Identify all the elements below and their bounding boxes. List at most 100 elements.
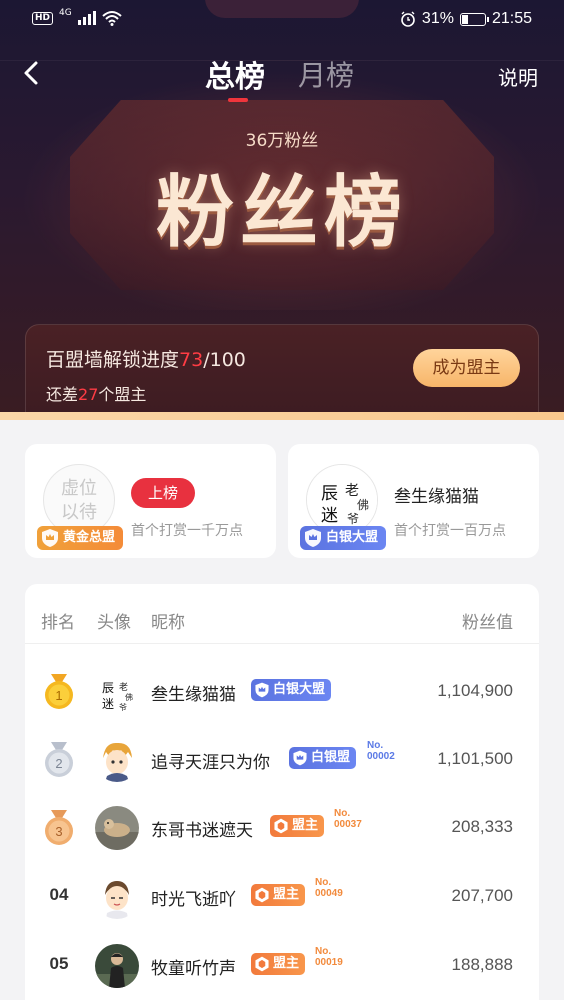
nickname: 时光飞逝吖 <box>151 890 236 910</box>
alliance-tag-label: 白银盟 <box>311 750 351 765</box>
avatar-placeholder-text: 虚位 以待 <box>61 478 97 523</box>
bronze-medal-icon: 3 <box>45 810 73 845</box>
svg-text:佛: 佛 <box>125 692 133 702</box>
explain-button[interactable]: 说明 <box>498 62 538 91</box>
back-arrow-icon[interactable] <box>18 58 48 88</box>
fans-value: 1,101,500 <box>437 749 513 768</box>
alliance-tag-label: 盟主 <box>273 887 300 902</box>
badge-label: 黄金总盟 <box>63 530 116 545</box>
table-row[interactable]: 3 东哥书迷遮天 盟主 No. 00037 208,333 <box>25 794 539 862</box>
header-avatar: 头像 <box>97 613 131 633</box>
get-on-list-button[interactable]: 上榜 <box>131 478 195 508</box>
rank-number: 1 <box>55 688 62 703</box>
avatar[interactable] <box>95 806 139 850</box>
become-leader-button[interactable]: 成为盟主 <box>413 349 520 387</box>
slot-hint: 首个打赏一百万点 <box>394 523 506 539</box>
top-nav: 总榜 月榜 说明 <box>0 50 564 102</box>
battery-icon <box>459 12 489 26</box>
ranking-list: 排名 头像 昵称 粉丝值 1 辰 迷 老 佛 爷 叁生缘猫猫 白银大盟 1,10… <box>25 584 539 1000</box>
unlock-remain-text: 还差27个盟主 <box>46 381 146 405</box>
header-fans-value: 粉丝值 <box>462 613 513 633</box>
fans-value: 188,888 <box>451 955 513 974</box>
table-row[interactable]: 2 追寻天涯只为你 白银盟 No. 00002 1,101,500 <box>25 726 539 794</box>
silver-medal-icon: 2 <box>45 742 73 777</box>
no-prefix: No. <box>315 946 332 957</box>
slot-user-name: 叁生缘猫猫 <box>394 487 479 507</box>
alarm-icon <box>401 11 415 27</box>
svg-text:辰: 辰 <box>321 484 338 504</box>
unlock-total: /100 <box>203 349 246 371</box>
alliance-tag: 盟主 <box>251 953 306 975</box>
gold-medal-icon: 1 <box>45 674 73 709</box>
wifi-icon <box>102 11 122 26</box>
tab-indicator <box>228 98 248 102</box>
avatar[interactable]: 辰 迷 老 佛 爷 <box>95 670 139 714</box>
fans-value: 208,333 <box>451 817 513 836</box>
status-bar: HD 4G 31% 21:55 <box>0 0 564 40</box>
header-rank: 排名 <box>41 613 75 633</box>
no-value: 00037 <box>334 819 362 830</box>
gold-alliance-badge: 黄金总盟 <box>37 526 124 550</box>
svg-text:辰: 辰 <box>102 681 114 695</box>
no-value: 00049 <box>315 888 343 899</box>
fans-count: 36万粉丝 <box>245 131 319 151</box>
remain-prefix: 还差 <box>46 385 79 404</box>
svg-text:佛: 佛 <box>357 498 369 512</box>
rank-number: 05 <box>49 954 69 973</box>
ranking-header: 排名 头像 昵称 粉丝值 <box>25 584 539 644</box>
alliance-tag: 白银盟 <box>289 747 357 769</box>
table-row[interactable]: 04 时光飞逝吖 盟主 No. 00049 207,700 <box>25 863 539 931</box>
alliance-tag: 盟主 <box>270 815 325 837</box>
nickname: 叁生缘猫猫 <box>151 685 236 705</box>
gold-slot-card[interactable]: 虚位 以待 黄金总盟 上榜 首个打赏一千万点 <box>25 444 276 558</box>
svg-text:迷: 迷 <box>102 697 114 711</box>
battery-percent: 31% <box>421 10 454 27</box>
top-slot-cards: 虚位 以待 黄金总盟 上榜 首个打赏一千万点 辰 迷 老 佛 爷 白银大盟 叁生… <box>25 444 539 558</box>
avatar[interactable] <box>95 738 139 782</box>
silver-slot-card[interactable]: 辰 迷 老 佛 爷 白银大盟 叁生缘猫猫 首个打赏一百万点 <box>288 444 539 558</box>
divider-stripe <box>0 412 564 420</box>
no-prefix: No. <box>315 877 332 888</box>
calligraphy-avatar-image: 辰 迷 老 佛 爷 <box>307 465 377 535</box>
clock: 21:55 <box>491 10 532 27</box>
silver-alliance-badge: 白银大盟 <box>300 526 387 550</box>
no-value: 00002 <box>367 751 395 762</box>
rank-number: 2 <box>55 756 62 771</box>
unlock-progress-text: 百盟墙解锁进度73/100 <box>46 345 246 372</box>
rank-number: 3 <box>55 824 62 839</box>
slot-hint: 首个打赏一千万点 <box>131 523 243 539</box>
tab-total[interactable]: 总榜 <box>205 52 265 96</box>
battery-fill <box>461 14 469 24</box>
unlock-label: 百盟墙解锁进度 <box>46 349 180 371</box>
leader-hex-icon <box>255 887 269 903</box>
crown-shield-icon <box>42 529 58 547</box>
member-number: No. 00049 <box>315 877 343 899</box>
nickname: 牧童听竹声 <box>151 959 236 979</box>
alliance-tag: 盟主 <box>251 884 306 906</box>
member-number: No. 00019 <box>315 946 343 968</box>
page-title: 粉丝榜 <box>155 168 408 258</box>
table-row[interactable]: 1 辰 迷 老 佛 爷 叁生缘猫猫 白银大盟 1,104,900 <box>25 658 539 726</box>
leader-hex-icon <box>255 956 269 972</box>
fans-value: 207,700 <box>451 886 513 905</box>
header-nickname: 昵称 <box>151 613 185 633</box>
avatar[interactable] <box>95 944 139 988</box>
alliance-tag-label: 盟主 <box>292 818 319 833</box>
badge-label: 白银大盟 <box>326 530 379 545</box>
unlock-current: 73 <box>179 349 204 371</box>
remain-suffix: 个盟主 <box>98 385 147 404</box>
leader-hex-icon <box>274 818 288 834</box>
no-prefix: No. <box>367 740 384 751</box>
svg-text:爷: 爷 <box>347 512 359 526</box>
tab-month[interactable]: 月榜 <box>298 54 354 94</box>
alliance-tag-label: 白银大盟 <box>273 682 326 697</box>
avatar[interactable] <box>95 875 139 919</box>
rank-number: 04 <box>49 885 69 904</box>
svg-text:老: 老 <box>345 483 359 499</box>
unlock-progress-card: 百盟墙解锁进度73/100 还差27个盟主 成为盟主 <box>25 324 539 418</box>
svg-text:迷: 迷 <box>321 506 338 526</box>
nickname: 追寻天涯只为你 <box>151 753 270 773</box>
no-value: 00019 <box>315 957 343 968</box>
crown-shield-icon <box>293 750 307 766</box>
table-row[interactable]: 05 牧童听竹声 盟主 No. 00019 188,888 <box>25 932 539 1000</box>
